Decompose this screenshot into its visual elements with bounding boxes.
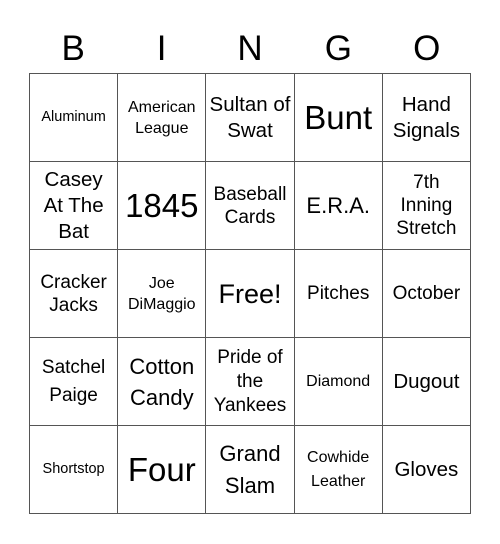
cell-label: Sultan of Swat — [209, 92, 291, 142]
cell-label: Dugout — [393, 369, 460, 393]
header-letter-b: B — [61, 29, 85, 68]
bingo-cell[interactable]: Satchel Paige — [30, 338, 119, 426]
bingo-cell[interactable]: Pride of the Yankees — [206, 338, 295, 426]
bingo-card: Aluminum American League Sultan of Swat … — [29, 73, 471, 514]
bingo-cell[interactable]: Gloves — [382, 426, 471, 514]
bingo-cell[interactable]: Shortstop — [30, 426, 119, 514]
free-space-label: Free! — [218, 278, 282, 309]
cell-label: Bunt — [304, 98, 373, 136]
bingo-cell[interactable]: Dugout — [382, 338, 471, 426]
bingo-cell[interactable]: Four — [118, 426, 207, 514]
bingo-cell[interactable]: Pitches — [294, 250, 383, 338]
bingo-cell[interactable]: Joe DiMaggio — [118, 250, 207, 338]
cell-label: Cracker Jacks — [40, 271, 107, 316]
cell-label: Diamond — [306, 373, 371, 390]
cell-label: Satchel Paige — [41, 356, 106, 406]
cell-label: Pride of the Yankees — [213, 346, 287, 416]
cell-label: Grand Slam — [219, 440, 281, 498]
bingo-cell[interactable]: 1845 — [118, 162, 207, 250]
cell-label: Four — [127, 450, 196, 488]
header-letter-n: N — [237, 29, 263, 68]
bingo-cell[interactable]: Sultan of Swat — [206, 74, 295, 162]
cell-label: Joe DiMaggio — [127, 274, 196, 313]
cell-label: Cowhide Leather — [307, 448, 370, 490]
bingo-cell[interactable]: Hand Signals — [382, 74, 471, 162]
cell-label: 7th Inning Stretch — [396, 172, 457, 239]
bingo-cell[interactable]: 7th Inning Stretch — [382, 162, 471, 250]
bingo-cell[interactable]: Baseball Cards — [206, 162, 295, 250]
bingo-cell[interactable]: Aluminum — [30, 74, 119, 162]
cell-label: October — [392, 283, 461, 304]
bingo-cell[interactable]: Casey At The Bat — [30, 162, 119, 250]
cell-label: E.R.A. — [306, 192, 370, 218]
cell-label: Gloves — [394, 457, 459, 481]
cell-label: Aluminum — [41, 109, 106, 125]
cell-label: Shortstop — [42, 461, 105, 477]
cell-label: Baseball Cards — [213, 183, 287, 228]
cell-label: 1845 — [125, 186, 199, 224]
bingo-cell[interactable]: American League — [118, 74, 207, 162]
header-letter-o: O — [413, 29, 441, 68]
header-letter-i: I — [156, 29, 167, 68]
header-letter-g: G — [324, 29, 352, 68]
bingo-header: B I N G O — [29, 26, 471, 72]
bingo-cell[interactable]: Bunt — [294, 74, 383, 162]
bingo-cell[interactable]: E.R.A. — [294, 162, 383, 250]
cell-label: American League — [127, 98, 196, 137]
bingo-cell[interactable]: Diamond — [294, 338, 383, 426]
cell-label: Pitches — [307, 283, 370, 304]
bingo-cell[interactable]: Cowhide Leather — [294, 426, 383, 514]
bingo-cell[interactable]: Cracker Jacks — [30, 250, 119, 338]
bingo-cell[interactable]: October — [382, 250, 471, 338]
cell-label: Hand Signals — [392, 92, 461, 142]
bingo-cell[interactable]: Grand Slam — [206, 426, 295, 514]
cell-label: Cotton Candy — [129, 353, 195, 410]
cell-label: Casey At The Bat — [43, 167, 104, 243]
bingo-cell free-space[interactable]: Free! — [206, 250, 295, 338]
bingo-cell[interactable]: Cotton Candy — [118, 338, 207, 426]
